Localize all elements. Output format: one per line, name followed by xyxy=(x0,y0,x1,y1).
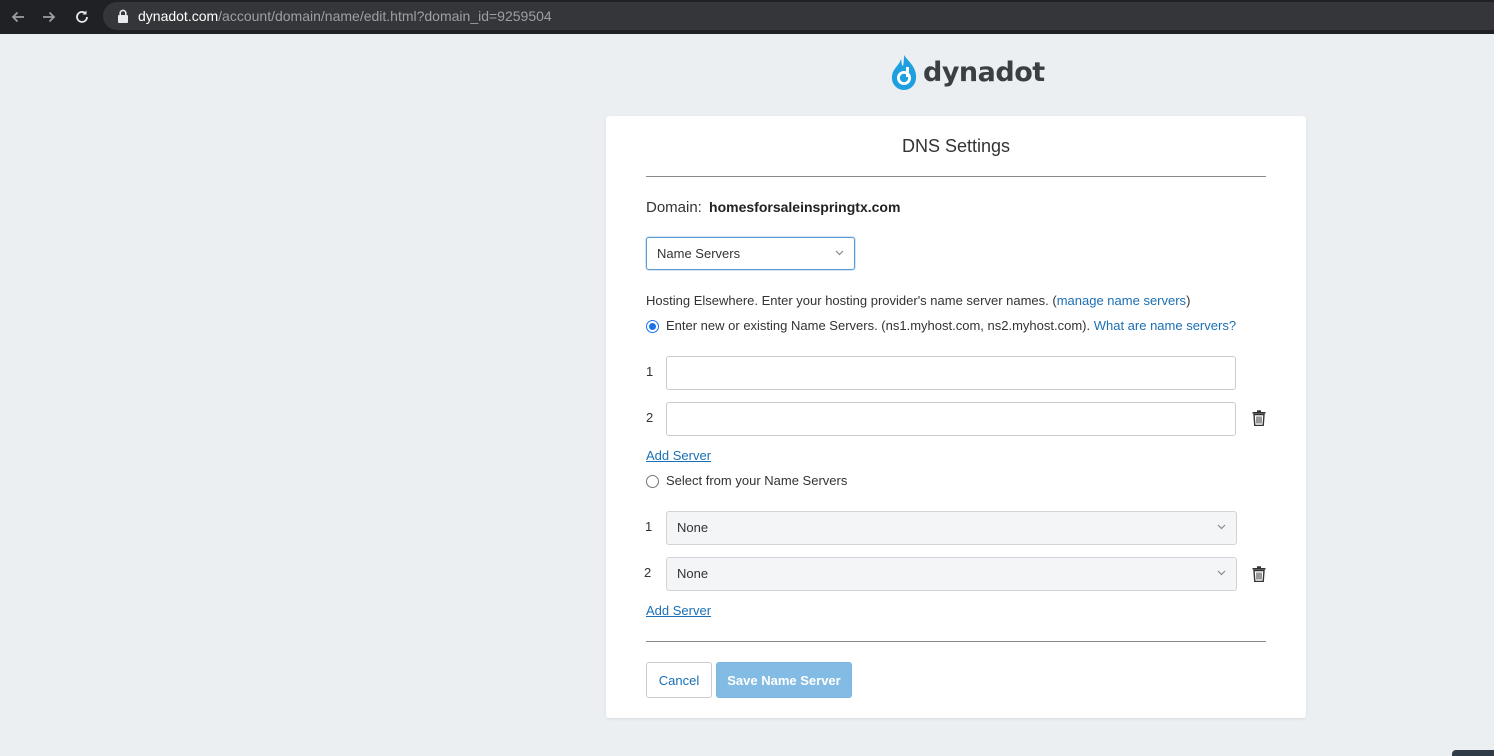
cancel-button[interactable]: Cancel xyxy=(646,662,712,698)
hint-close: ) xyxy=(1186,293,1191,308)
select-name-servers-label: Select from your Name Servers xyxy=(666,473,848,488)
enter-name-servers-label: Enter new or existing Name Servers. (ns1… xyxy=(666,318,1236,333)
chevron-down-icon xyxy=(1217,570,1226,576)
reload-icon[interactable] xyxy=(70,5,94,29)
save-name-server-button[interactable]: Save Name Server xyxy=(716,662,852,698)
record-type-value: Name Servers xyxy=(657,246,741,261)
bottom-divider xyxy=(646,641,1266,642)
name-server-select-1[interactable]: None xyxy=(666,511,1237,545)
add-server-link[interactable]: Add Server xyxy=(646,448,711,463)
browser-toolbar: dynadot.com/account/domain/name/edit.htm… xyxy=(0,0,1494,34)
what-are-name-servers-link[interactable]: What are name servers? xyxy=(1094,318,1236,333)
address-bar[interactable]: dynadot.com/account/domain/name/edit.htm… xyxy=(103,2,1494,30)
name-server-input-1[interactable] xyxy=(666,356,1236,390)
server-row-number: 2 xyxy=(644,565,652,580)
select-value: None xyxy=(677,566,709,581)
corner-widget[interactable] xyxy=(1452,750,1494,756)
hint-text: Hosting Elsewhere. Enter your hosting pr… xyxy=(646,293,1057,308)
enter-name-servers-radio[interactable] xyxy=(646,320,659,333)
enter-option-text: Enter new or existing Name Servers. (ns1… xyxy=(666,318,1091,333)
manage-name-servers-link[interactable]: manage name servers xyxy=(1057,293,1186,308)
select-name-servers-radio[interactable] xyxy=(646,475,659,488)
name-server-select-2[interactable]: None xyxy=(666,557,1237,591)
top-divider xyxy=(646,176,1266,177)
trash-icon[interactable] xyxy=(1252,566,1266,582)
server-row-number: 2 xyxy=(646,410,654,425)
domain-line: Domain: homesforsaleinspringtx.com xyxy=(646,199,900,216)
domain-label: Domain: xyxy=(646,199,702,216)
dns-settings-card: DNS Settings Domain: homesforsaleinsprin… xyxy=(606,116,1306,718)
chevron-down-icon xyxy=(1217,524,1226,530)
add-server-link-2[interactable]: Add Server xyxy=(646,603,711,618)
chevron-down-icon xyxy=(835,250,844,256)
dynadot-logo[interactable]: dynadot xyxy=(889,52,1045,92)
lock-icon xyxy=(118,9,128,23)
trash-icon[interactable] xyxy=(1252,410,1266,426)
select-value: None xyxy=(677,520,709,535)
brand-name: dynadot xyxy=(923,56,1045,88)
name-server-input-2[interactable] xyxy=(666,402,1236,436)
server-row-number: 1 xyxy=(645,519,653,534)
domain-value: homesforsaleinspringtx.com xyxy=(709,199,901,215)
forward-icon[interactable] xyxy=(37,5,61,29)
back-icon[interactable] xyxy=(6,5,30,29)
page-title: DNS Settings xyxy=(901,136,1011,156)
record-type-select[interactable]: Name Servers xyxy=(646,237,855,270)
server-row-number: 1 xyxy=(646,364,654,379)
hosting-hint: Hosting Elsewhere. Enter your hosting pr… xyxy=(646,293,1190,308)
dynadot-logo-icon xyxy=(891,55,917,90)
url-text: dynadot.com/account/domain/name/edit.htm… xyxy=(138,8,552,24)
